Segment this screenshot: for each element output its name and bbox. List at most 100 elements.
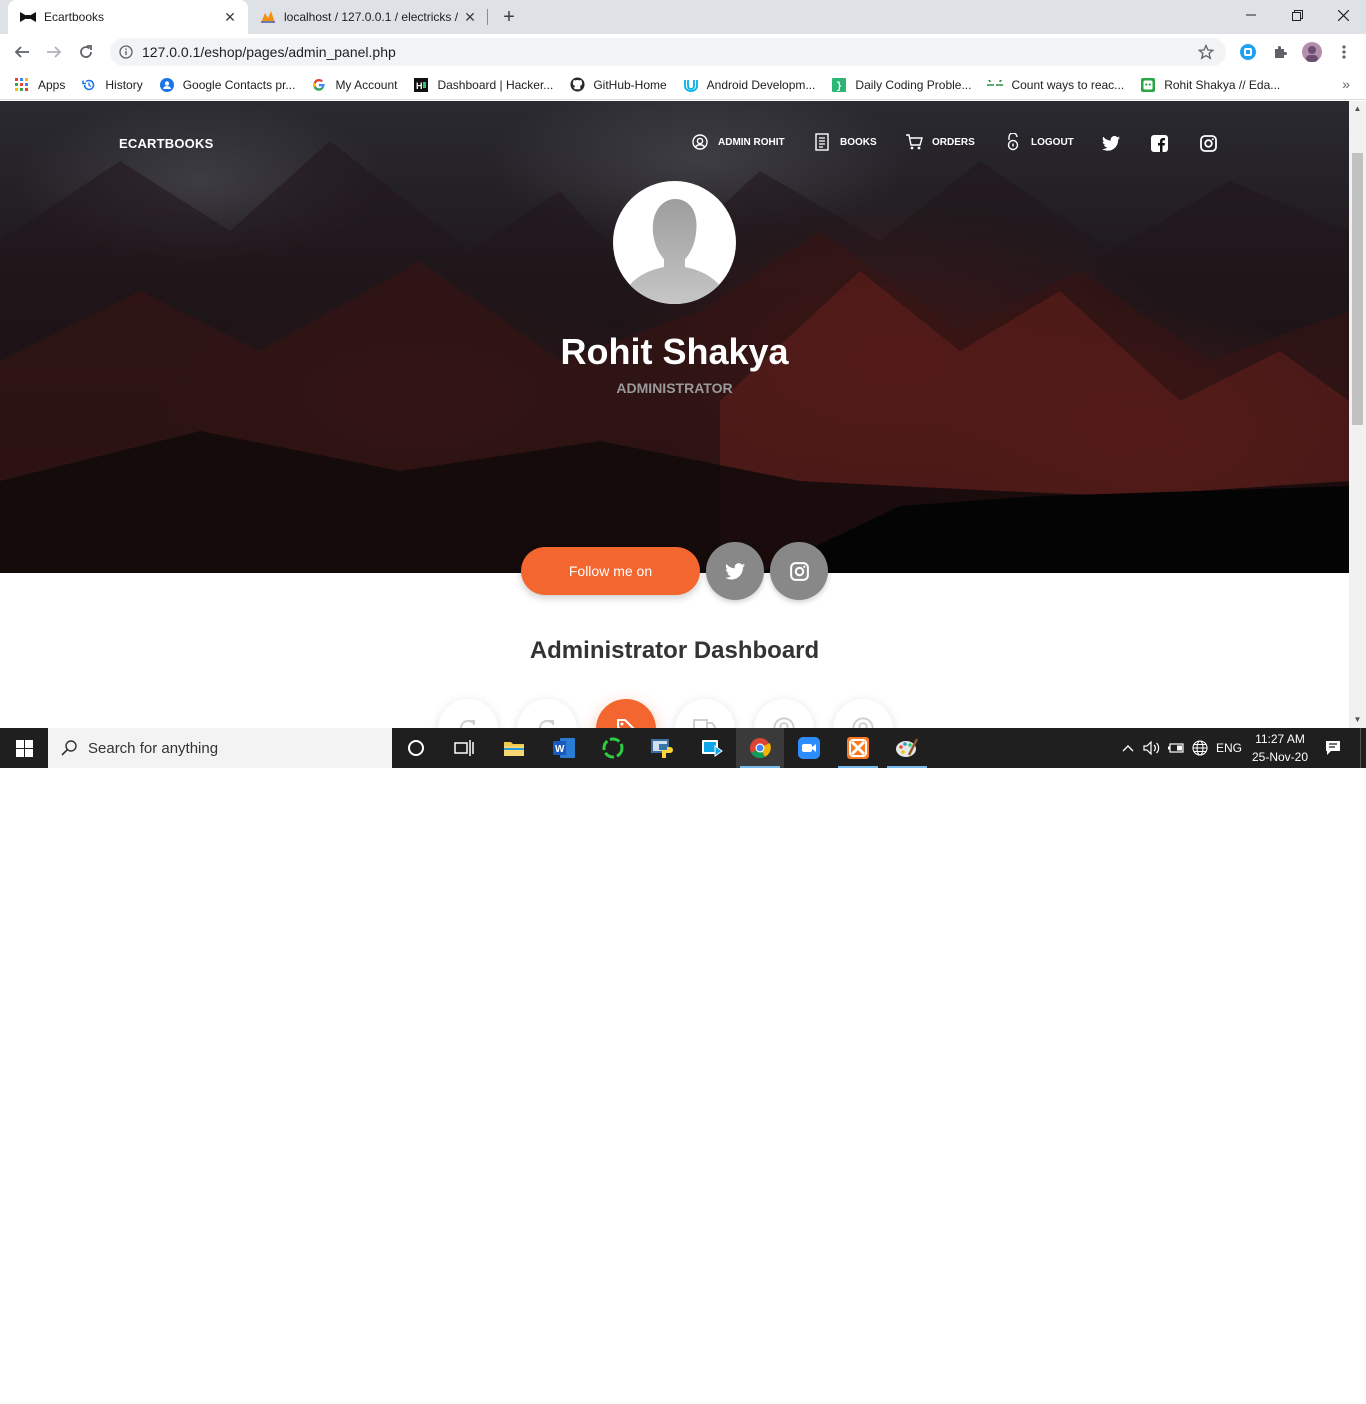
- dashboard-tab-2[interactable]: [517, 699, 577, 728]
- word-icon[interactable]: W: [540, 728, 588, 768]
- profile-avatar: [613, 181, 736, 304]
- language-indicator[interactable]: ENG: [1213, 728, 1245, 768]
- dashboard-tab-6[interactable]: [833, 699, 893, 728]
- dashboard-tab-4[interactable]: [675, 699, 735, 728]
- scroll-up-arrow-icon[interactable]: ▲: [1353, 104, 1362, 113]
- close-window-icon[interactable]: [1320, 0, 1366, 30]
- minimize-icon[interactable]: [1228, 0, 1274, 30]
- bookmark-apps[interactable]: Apps: [14, 77, 65, 93]
- quick-assist-icon[interactable]: [688, 728, 736, 768]
- site-brand[interactable]: ECARTBOOKS: [119, 136, 213, 151]
- paint-icon[interactable]: [883, 728, 931, 768]
- scroll-down-arrow-icon[interactable]: ▼: [1353, 715, 1362, 724]
- dashboard-tab-1[interactable]: [438, 699, 498, 728]
- task-view-icon[interactable]: [440, 728, 488, 768]
- extension-blue-icon[interactable]: [1238, 42, 1258, 62]
- zoom-icon[interactable]: [785, 728, 833, 768]
- history-icon: [81, 77, 97, 93]
- bookmark-android-development[interactable]: Android Developm...: [683, 77, 815, 93]
- bookmark-star-icon[interactable]: [1194, 40, 1218, 64]
- back-icon[interactable]: [8, 38, 36, 66]
- github-icon: [569, 77, 585, 93]
- instagram-icon[interactable]: [1198, 133, 1218, 153]
- close-tab-icon[interactable]: ✕: [222, 9, 238, 25]
- clock-date: 25-Nov-20: [1251, 750, 1309, 764]
- bookmark-my-account[interactable]: My Account: [311, 77, 397, 93]
- sync-app-icon[interactable]: [589, 728, 637, 768]
- nav-books-label: BOOKS: [840, 136, 877, 148]
- chrome-icon[interactable]: [736, 728, 784, 768]
- bookmark-daily-coding-problem[interactable]: } Daily Coding Proble...: [831, 77, 971, 93]
- bookmarks-overflow-button[interactable]: »: [1342, 76, 1350, 92]
- bookmark-hackerrank[interactable]: H Dashboard | Hacker...: [413, 77, 553, 93]
- site-info-icon[interactable]: [118, 44, 134, 60]
- cart-icon: [905, 133, 923, 151]
- phpmyadmin-favicon-icon: [260, 9, 276, 25]
- new-tab-button[interactable]: +: [498, 6, 520, 28]
- bookmark-label: GitHub-Home: [593, 77, 667, 92]
- profile-avatar-icon[interactable]: [1302, 42, 1322, 62]
- volume-icon[interactable]: [1141, 728, 1163, 768]
- bookmark-label: Google Contacts pr...: [182, 77, 296, 92]
- bookmark-google-contacts[interactable]: Google Contacts pr...: [159, 77, 296, 93]
- action-center-notifications-icon[interactable]: [1320, 728, 1346, 768]
- network-globe-icon[interactable]: [1189, 728, 1211, 768]
- clock-time: 11:27 AM: [1255, 732, 1305, 746]
- puzzle-extensions-icon[interactable]: [1270, 42, 1290, 62]
- page-scrollbar[interactable]: ▲ ▼: [1349, 101, 1366, 728]
- lock-icon: [1004, 133, 1022, 151]
- browser-tab-strip: Ecartbooks ✕ localhost / 127.0.0.1 / ele…: [0, 0, 1366, 34]
- file-explorer-icon[interactable]: [490, 728, 538, 768]
- geeksforgeeks-icon: [987, 77, 1004, 93]
- tab-ecartbooks[interactable]: Ecartbooks ✕: [8, 0, 248, 34]
- dashboard-tab-5[interactable]: [754, 699, 814, 728]
- cortana-icon[interactable]: [392, 728, 440, 768]
- battery-icon[interactable]: [1165, 728, 1187, 768]
- web-page: ECARTBOOKS ADMIN ROHIT BOOKS ORDERS LOGO…: [0, 101, 1349, 728]
- bookmark-edabit[interactable]: Rohit Shakya // Eda...: [1140, 77, 1280, 93]
- default-user-silhouette-icon: [620, 199, 729, 304]
- python-idle-icon[interactable]: [638, 728, 686, 768]
- tab-title: localhost / 127.0.0.1 / electricks /: [284, 10, 459, 24]
- nav-orders[interactable]: ORDERS: [905, 133, 975, 151]
- bookmark-history[interactable]: History: [81, 77, 143, 93]
- svg-text:W: W: [555, 744, 565, 755]
- bookmark-geeksforgeeks[interactable]: Count ways to reac...: [987, 77, 1124, 93]
- twitter-icon: [725, 562, 745, 580]
- follow-instagram-button[interactable]: [770, 542, 828, 600]
- show-desktop-divider[interactable]: [1360, 728, 1361, 768]
- nav-logout[interactable]: LOGOUT: [1004, 133, 1074, 151]
- facebook-icon[interactable]: [1149, 133, 1169, 153]
- dashboard-tab-3-active[interactable]: [596, 699, 656, 728]
- udacity-icon: [683, 77, 699, 93]
- follow-me-button[interactable]: Follow me on: [521, 547, 700, 595]
- nav-admin[interactable]: ADMIN ROHIT: [691, 133, 785, 151]
- apps-grid-icon: [14, 77, 30, 93]
- bookmark-label: Daily Coding Proble...: [855, 77, 972, 92]
- follow-twitter-button[interactable]: [706, 542, 764, 600]
- profile-role: ADMINISTRATOR: [616, 380, 733, 396]
- forward-icon[interactable]: [40, 38, 68, 66]
- tray-overflow-chevron-up-icon[interactable]: [1118, 728, 1138, 768]
- hackerrank-icon: H: [413, 77, 429, 93]
- url-text: 127.0.0.1/eshop/pages/admin_panel.php: [142, 44, 396, 60]
- address-bar[interactable]: 127.0.0.1/eshop/pages/admin_panel.php: [110, 38, 1226, 66]
- windows-start-icon[interactable]: [0, 728, 48, 768]
- bookmark-label: My Account: [335, 77, 398, 92]
- tab-phpmyadmin[interactable]: localhost / 127.0.0.1 / electricks / ✕: [250, 0, 488, 34]
- screen: Ecartbooks ✕ localhost / 127.0.0.1 / ele…: [0, 0, 1366, 768]
- tag-icon: [615, 717, 637, 728]
- user-circle-icon: [773, 717, 795, 728]
- nav-books[interactable]: BOOKS: [813, 133, 877, 151]
- restore-icon[interactable]: [1274, 0, 1320, 30]
- taskbar-search-box[interactable]: Search for anything: [48, 728, 392, 768]
- scrollbar-thumb[interactable]: [1352, 153, 1363, 425]
- twitter-icon[interactable]: [1101, 133, 1121, 153]
- bookmark-github-home[interactable]: GitHub-Home: [569, 77, 667, 93]
- xampp-icon[interactable]: [834, 728, 882, 768]
- browser-menu-icon[interactable]: [1334, 42, 1354, 62]
- close-tab-icon[interactable]: ✕: [462, 9, 478, 25]
- reload-icon[interactable]: [72, 38, 100, 66]
- refresh-icon: [457, 717, 479, 728]
- taskbar-clock[interactable]: 11:27 AM 25-Nov-20: [1247, 730, 1313, 766]
